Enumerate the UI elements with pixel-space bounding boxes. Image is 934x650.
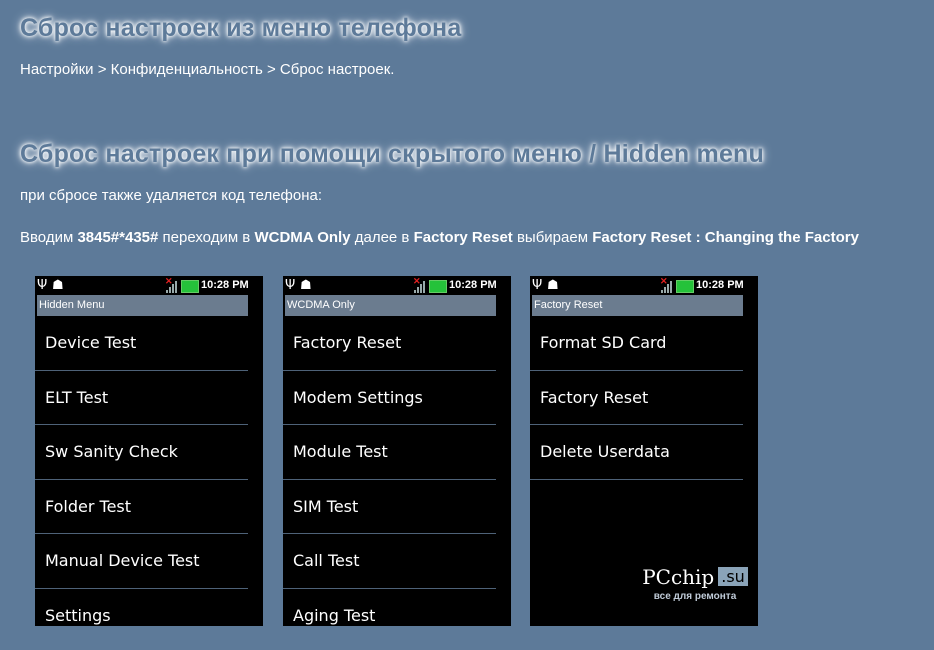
heading-hidden-menu: Сброс настроек при помощи скрытого меню … (20, 140, 764, 168)
screen-title: Hidden Menu (37, 295, 248, 316)
instruction-text: Вводим 3845#*435# переходим в WCDMA Only… (20, 229, 859, 246)
menu-item-device-test[interactable]: Device Test (35, 316, 248, 371)
menu-list: Factory Reset Modem Settings Module Test… (283, 316, 511, 626)
status-bar: Ψ ☗ ✕ 10:28 PM (530, 276, 758, 295)
menu-item-delete-userdata[interactable]: Delete Userdata (530, 425, 743, 480)
menu-item-modem-settings[interactable]: Modem Settings (283, 371, 496, 425)
watermark-tagline: все для ремонта (653, 590, 737, 602)
usb-icon: Ψ (37, 278, 48, 293)
menu-list: Device Test ELT Test Sw Sanity Check Fol… (35, 316, 263, 626)
watermark-logo: PCchip .su все для ремонта (640, 557, 750, 609)
menu-name-factory-reset: Factory Reset (413, 229, 513, 246)
menu-item-settings[interactable]: Settings (35, 589, 248, 627)
watermark-tld: .su (718, 567, 748, 586)
instruction-part-3: далее в (350, 229, 414, 246)
menu-item-sim-test[interactable]: SIM Test (283, 480, 496, 534)
usb-icon: Ψ (532, 278, 543, 293)
menu-name-wcdma: WCDMA Only (254, 229, 351, 246)
android-icon: ☗ (52, 278, 64, 293)
menu-item-sw-sanity-check[interactable]: Sw Sanity Check (35, 425, 248, 480)
status-time: 10:28 PM (696, 279, 744, 291)
menu-name-factory-changing: Factory Reset : Changing the Factory (592, 229, 859, 246)
signal-icon: ✕ (660, 276, 672, 293)
instruction-part-2: переходим в (158, 229, 255, 246)
menu-item-manual-device-test[interactable]: Manual Device Test (35, 534, 248, 589)
menu-item-elt-test[interactable]: ELT Test (35, 371, 248, 425)
signal-icon: ✕ (165, 276, 177, 293)
watermark-brand: PCchip (642, 564, 715, 589)
heading-menu-reset: Сброс настроек из меню телефона (20, 14, 462, 42)
menu-item-module-test[interactable]: Module Test (283, 425, 496, 480)
status-time: 10:28 PM (449, 279, 497, 291)
menu-item-folder-test[interactable]: Folder Test (35, 480, 248, 534)
android-icon: ☗ (547, 278, 559, 293)
secret-code: 3845#*435# (77, 229, 159, 246)
signal-icon: ✕ (413, 276, 425, 293)
phone-screen-wcdma-only: Ψ ☗ ✕ 10:28 PM WCDMA Only Factory Reset … (283, 276, 511, 626)
screen-title: Factory Reset (532, 295, 743, 316)
status-time: 10:28 PM (201, 279, 249, 291)
instruction-part-4: выбираем (512, 229, 593, 246)
menu-item-aging-test[interactable]: Aging Test (283, 589, 496, 627)
screen-title: WCDMA Only (285, 295, 496, 316)
note-text: при сбросе также удаляется код телефона: (20, 187, 323, 204)
battery-icon (429, 280, 447, 293)
battery-icon (181, 280, 199, 293)
menu-item-factory-reset[interactable]: Factory Reset (283, 316, 496, 371)
android-icon: ☗ (300, 278, 312, 293)
usb-icon: Ψ (285, 278, 296, 293)
breadcrumb: Настройки > Конфиденциальность > Сброс н… (20, 61, 395, 78)
menu-item-factory-reset[interactable]: Factory Reset (530, 371, 743, 425)
battery-icon (676, 280, 694, 293)
menu-item-call-test[interactable]: Call Test (283, 534, 496, 589)
status-bar: Ψ ☗ ✕ 10:28 PM (35, 276, 263, 295)
menu-item-format-sd-card[interactable]: Format SD Card (530, 316, 743, 371)
instruction-part-1: Вводим (20, 229, 78, 246)
phone-screen-hidden-menu: Ψ ☗ ✕ 10:28 PM Hidden Menu Device Test E… (35, 276, 263, 626)
menu-list: Format SD Card Factory Reset Delete User… (530, 316, 758, 480)
status-bar: Ψ ☗ ✕ 10:28 PM (283, 276, 511, 295)
